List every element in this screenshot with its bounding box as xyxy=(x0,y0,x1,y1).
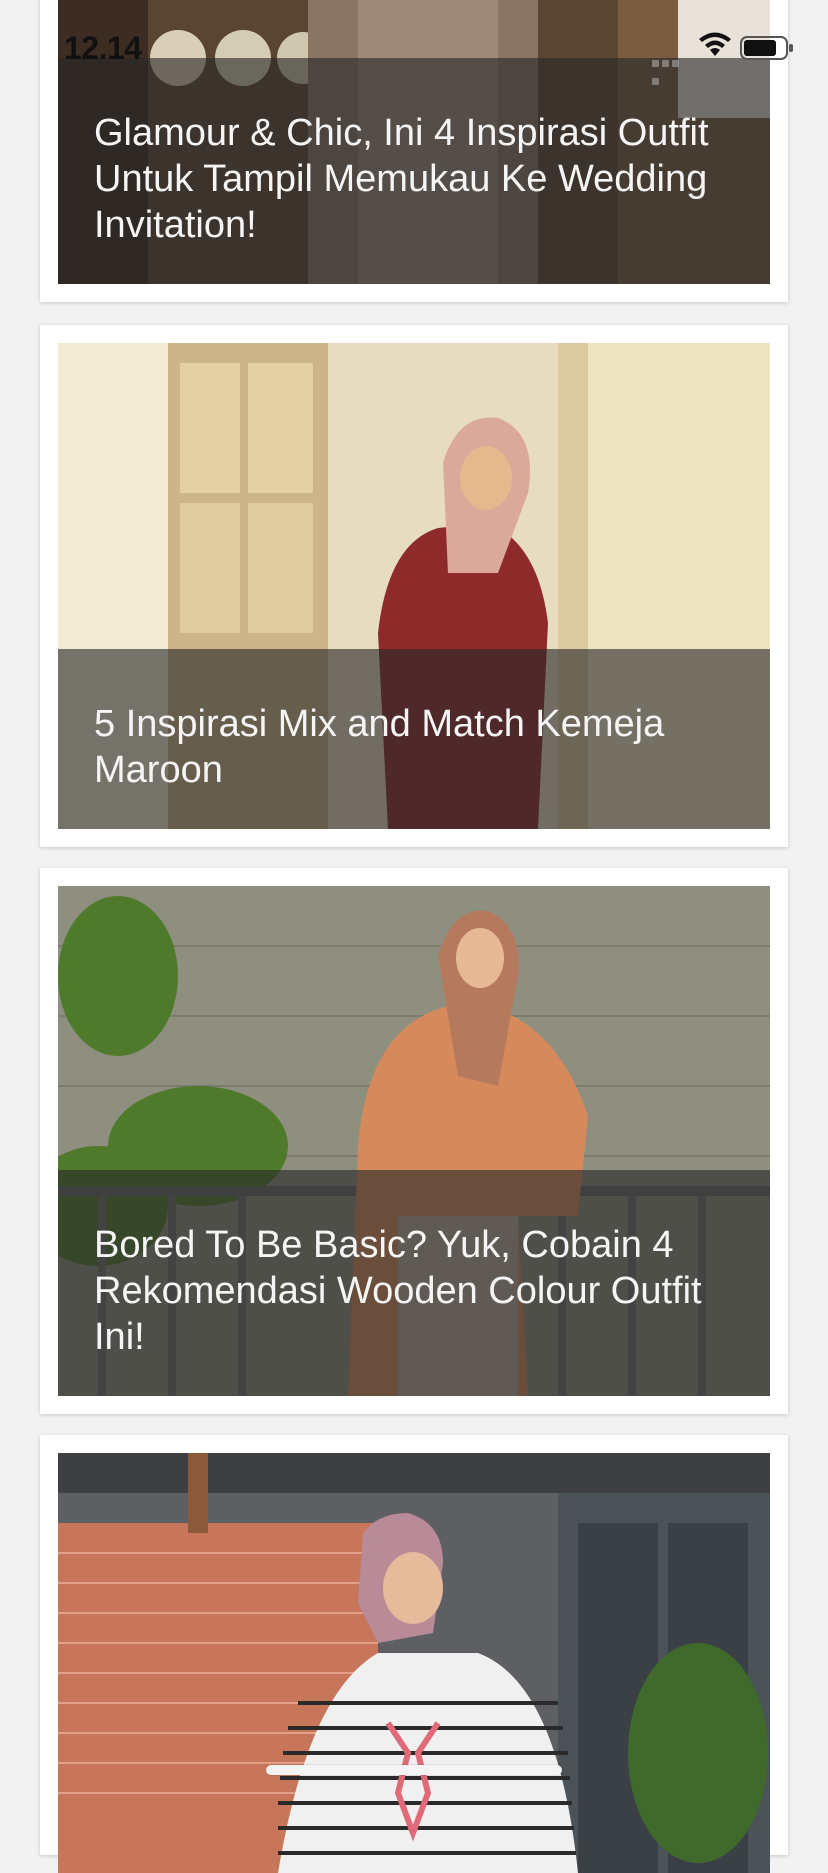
article-card[interactable] xyxy=(40,1435,788,1873)
article-card[interactable]: Bored To Be Basic? Yuk, Cobain 4 Rekomen… xyxy=(40,868,788,1414)
article-thumbnail[interactable] xyxy=(58,1453,770,1873)
article-title: Glamour & Chic, Ini 4 Inspirasi Outfit U… xyxy=(94,112,709,246)
cellular-signal-icon xyxy=(652,54,690,85)
article-photo xyxy=(58,1453,770,1873)
status-time: 12.14 xyxy=(64,30,142,66)
article-feed: Glamour & Chic, Ini 4 Inspirasi Outfit U… xyxy=(0,0,828,1873)
article-card[interactable]: 5 Inspirasi Mix and Match Kemeja Maroon xyxy=(40,325,788,847)
wifi-icon xyxy=(699,32,731,56)
article-thumbnail[interactable]: 5 Inspirasi Mix and Match Kemeja Maroon xyxy=(58,343,770,829)
status-bar: 12.14 xyxy=(0,0,828,100)
article-title: Bored To Be Basic? Yuk, Cobain 4 Rekomen… xyxy=(94,1224,702,1358)
battery-icon xyxy=(740,36,793,60)
home-indicator[interactable] xyxy=(266,1765,562,1775)
article-title: 5 Inspirasi Mix and Match Kemeja Maroon xyxy=(94,703,665,791)
article-thumbnail[interactable]: Bored To Be Basic? Yuk, Cobain 4 Rekomen… xyxy=(58,886,770,1396)
